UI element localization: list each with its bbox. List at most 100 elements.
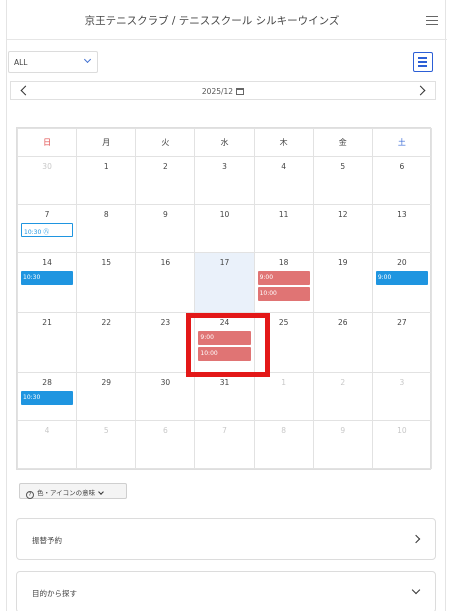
filter-select[interactable]: ALL	[8, 51, 98, 73]
calendar-day[interactable]: 29	[76, 372, 137, 421]
calendar-day[interactable]: 13	[371, 204, 433, 253]
calendar-day[interactable]: 8	[253, 420, 314, 469]
day-number: 7	[44, 210, 50, 219]
day-number: 10	[397, 426, 407, 435]
calendar-day[interactable]: 1	[253, 372, 314, 421]
calendar-day[interactable]: 2	[135, 156, 196, 205]
day-number: 28	[42, 378, 52, 387]
day-number: 1	[281, 378, 287, 387]
calendar-day[interactable]: 19	[312, 252, 373, 313]
day-number: 11	[278, 210, 289, 219]
calendar-week: 7 10:30 ㊇ 8 9 10 11 12 13	[16, 204, 433, 253]
chevron-down-icon	[411, 585, 421, 595]
calendar-day[interactable]: 10	[194, 204, 255, 253]
calendar-day[interactable]: 10	[371, 420, 433, 469]
day-number: 30	[160, 378, 171, 387]
calendar-event[interactable]: 10:30 ㊇	[21, 223, 74, 237]
calendar-day[interactable]: 30	[16, 156, 78, 205]
day-number: 1	[103, 162, 109, 171]
calendar-day[interactable]: 20 9:00	[371, 252, 433, 313]
day-number: 10	[219, 210, 230, 219]
month-navigation: 2025/12	[10, 81, 436, 100]
hamburger-menu-icon[interactable]	[426, 16, 438, 25]
calendar-day[interactable]: 7	[194, 420, 255, 469]
day-number: 8	[103, 210, 109, 219]
transfer-reservation-panel[interactable]: 振替予約	[16, 518, 436, 560]
calendar-event[interactable]: 10:00	[257, 287, 310, 301]
weekday-header: 日	[16, 128, 78, 157]
calendar-day[interactable]: 18 9:00 10:00	[253, 252, 314, 313]
calendar-week: 14 10:30 15 16 17 18 9:00 10:00 19 20 9:00	[16, 252, 433, 313]
calendar-day[interactable]: 30	[135, 372, 196, 421]
calendar-icon	[236, 88, 245, 95]
calendar-day[interactable]: 28 10:30	[16, 372, 78, 421]
day-number: 20	[397, 258, 407, 267]
list-view-button[interactable]	[413, 52, 433, 72]
day-number: 13	[397, 210, 407, 219]
calendar-week: 4 5 6 7 8 9 10	[16, 420, 433, 469]
calendar-day[interactable]: 2	[312, 372, 373, 421]
calendar-event[interactable]: 9:00	[257, 271, 310, 285]
calendar-day[interactable]: 6	[371, 156, 433, 205]
day-number: 17	[219, 258, 230, 267]
chevron-down-icon	[98, 489, 105, 495]
calendar-day[interactable]: 27	[371, 312, 433, 373]
calendar: 日月火水木金土 30 1 2 3 4 5 6 7 10:30 ㊇ 8 9 10 11 12 13 14 10:3…	[16, 127, 433, 470]
day-number: 15	[101, 258, 111, 267]
calendar-day[interactable]: 21	[16, 312, 78, 373]
chevron-down-icon	[83, 55, 92, 64]
search-by-purpose-panel[interactable]: 目的から探す	[16, 571, 436, 611]
calendar-day[interactable]: 1	[76, 156, 137, 205]
calendar-day[interactable]: 16	[135, 252, 196, 313]
calendar-week: 30 1 2 3 4 5 6	[16, 156, 433, 205]
page-title: 京王テニスクラブ / テニススクール シルキーウインズ	[84, 15, 340, 27]
calendar-day[interactable]: 7 10:30 ㊇	[16, 204, 78, 253]
calendar-day[interactable]: 17	[194, 252, 255, 313]
day-number: 29	[101, 378, 111, 387]
day-number: 6	[162, 426, 168, 435]
calendar-event[interactable]: 10:30	[21, 271, 74, 285]
day-number: 21	[42, 318, 52, 327]
calendar-day[interactable]: 9	[135, 204, 196, 253]
panel-label: 目的から探す	[32, 589, 77, 598]
selection-highlight	[186, 313, 270, 377]
day-number: 26	[338, 318, 348, 327]
day-number: 4	[281, 162, 287, 171]
day-number: 5	[340, 162, 346, 171]
day-number: 9	[340, 426, 346, 435]
filter-selected-value: ALL	[14, 58, 28, 67]
calendar-day[interactable]: 14 10:30	[16, 252, 78, 313]
list-icon-line	[418, 65, 427, 67]
day-number: 9	[162, 210, 168, 219]
calendar-day[interactable]: 5	[76, 420, 137, 469]
calendar-day[interactable]: 4	[253, 156, 314, 205]
calendar-day[interactable]: 4	[16, 420, 78, 469]
calendar-day[interactable]: 5	[312, 156, 373, 205]
calendar-day[interactable]: 15	[76, 252, 137, 313]
question-icon: ?	[26, 491, 34, 499]
day-number: 7	[222, 426, 227, 435]
calendar-day[interactable]: 22	[76, 312, 137, 373]
calendar-day[interactable]: 11	[253, 204, 314, 253]
panel-label: 振替予約	[32, 536, 62, 545]
calendar-week: 28 10:30 29 30 31 1 2 3	[16, 372, 433, 421]
list-icon	[418, 57, 427, 59]
list-icon-line	[418, 61, 427, 63]
calendar-day[interactable]: 3	[371, 372, 433, 421]
weekday-header: 月	[76, 128, 137, 157]
calendar-day[interactable]: 8	[76, 204, 137, 253]
calendar-event[interactable]: 10:30	[21, 391, 74, 405]
calendar-day[interactable]: 26	[312, 312, 373, 373]
legend-button[interactable]: ? 色・アイコンの意味	[19, 483, 127, 499]
calendar-day[interactable]: 3	[194, 156, 255, 205]
day-number: 14	[42, 258, 52, 267]
calendar-day[interactable]: 9	[312, 420, 373, 469]
calendar-event[interactable]: 9:00	[375, 271, 428, 285]
calendar-day[interactable]: 12	[312, 204, 373, 253]
day-number: 2	[340, 378, 346, 387]
month-label[interactable]: 2025/12	[11, 87, 435, 96]
calendar-day[interactable]: 31	[194, 372, 255, 421]
day-number: 18	[278, 258, 289, 267]
calendar-day[interactable]: 6	[135, 420, 196, 469]
legend-label: 色・アイコンの意味	[37, 489, 96, 497]
